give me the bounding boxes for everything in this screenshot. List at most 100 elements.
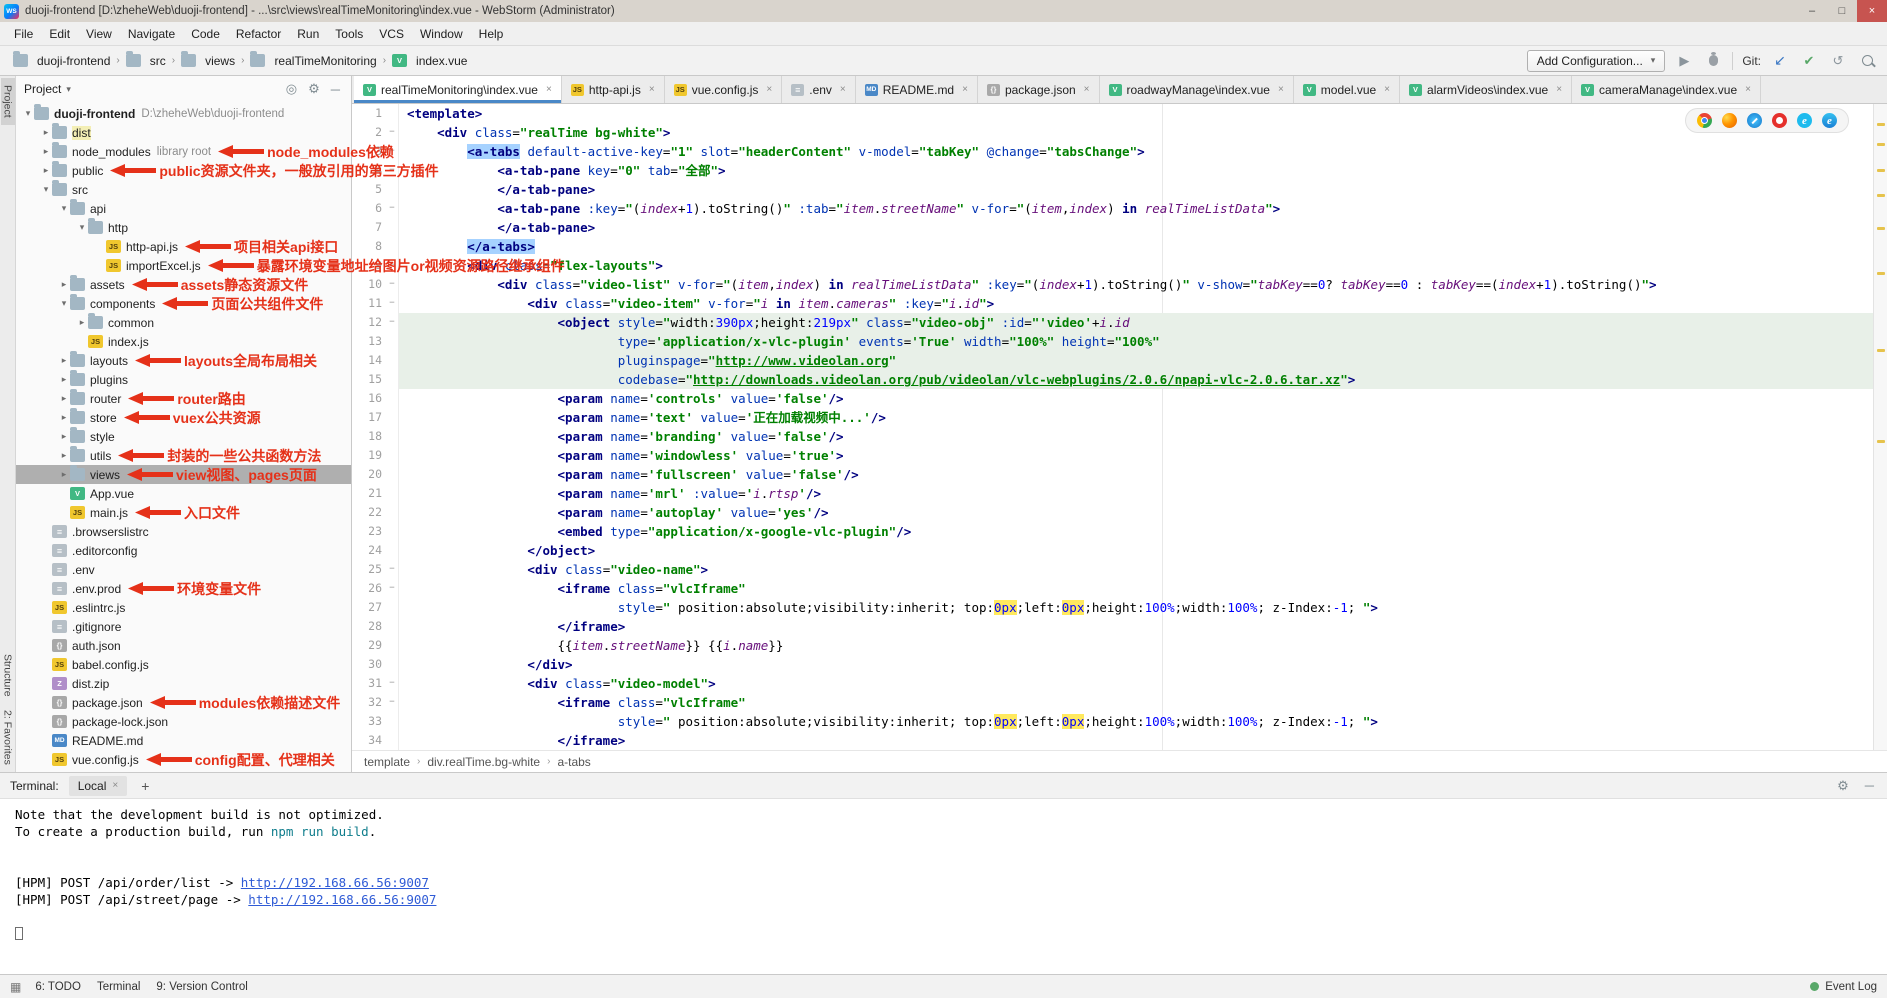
tab-cameramanage-index-vue[interactable]: VcameraManage\index.vue× bbox=[1572, 76, 1761, 103]
tab-realtimemonitoring-index-vue[interactable]: VrealTimeMonitoring\index.vue× bbox=[354, 76, 562, 103]
tab-env[interactable]: ≡.env× bbox=[782, 76, 856, 103]
line-number[interactable]: 32 bbox=[352, 693, 386, 712]
code-line-5[interactable]: 5 </a-tab-pane> bbox=[352, 180, 1873, 199]
line-number[interactable]: 1 bbox=[352, 104, 386, 123]
menu-window[interactable]: Window bbox=[412, 24, 471, 44]
fold-marker[interactable]: − bbox=[386, 579, 399, 598]
gear-icon[interactable]: ⚙ bbox=[305, 81, 323, 97]
statusbar-6-todo[interactable]: 6: TODO bbox=[35, 981, 81, 993]
warning-stripe-mark[interactable] bbox=[1877, 143, 1885, 146]
line-number[interactable]: 5 bbox=[352, 180, 386, 199]
gear-icon[interactable]: ⚙ bbox=[1834, 778, 1852, 794]
code-editor[interactable]: 1<template>2− <div class="realTime bg-wh… bbox=[352, 104, 1873, 750]
tree-item-utils[interactable]: ▸utils封装的一些公共函数方法 bbox=[16, 446, 351, 465]
safari-icon[interactable] bbox=[1747, 113, 1762, 128]
editor[interactable]: 1<template>2− <div class="realTime bg-wh… bbox=[352, 104, 1887, 750]
ie-icon[interactable] bbox=[1797, 113, 1812, 128]
code-line-24[interactable]: 24 </object> bbox=[352, 541, 1873, 560]
code-line-32[interactable]: 32− <iframe class="vlcIframe" bbox=[352, 693, 1873, 712]
terminal-link[interactable]: http://192.168.66.56:9007 bbox=[241, 875, 429, 890]
close-button[interactable]: × bbox=[1857, 0, 1887, 22]
chevron-right-icon[interactable]: ▸ bbox=[40, 146, 52, 157]
tree-item-dist[interactable]: ▸dist bbox=[16, 123, 351, 142]
fold-marker[interactable]: − bbox=[386, 294, 399, 313]
tree-item-gitignore[interactable]: ≡.gitignore bbox=[16, 617, 351, 636]
line-number[interactable]: 33 bbox=[352, 712, 386, 731]
chevron-down-icon[interactable]: ▾ bbox=[40, 184, 52, 195]
tree-item-plugins[interactable]: ▸plugins bbox=[16, 370, 351, 389]
toolwindow-project[interactable]: Project bbox=[1, 78, 15, 125]
tree-item-app-vue[interactable]: VApp.vue bbox=[16, 484, 351, 503]
line-number[interactable]: 15 bbox=[352, 370, 386, 389]
chevron-down-icon[interactable]: ▾ bbox=[58, 203, 70, 214]
line-number[interactable]: 19 bbox=[352, 446, 386, 465]
tree-item-eslintrc-js[interactable]: JS.eslintrc.js bbox=[16, 598, 351, 617]
chevron-right-icon[interactable]: ▸ bbox=[58, 469, 70, 480]
menu-refactor[interactable]: Refactor bbox=[228, 24, 289, 44]
edge-icon[interactable] bbox=[1822, 113, 1837, 128]
editor-breadcrumb-div-realtime-bg-white[interactable]: div.realTime.bg-white bbox=[427, 755, 540, 769]
tab-close-icon[interactable]: × bbox=[1556, 84, 1562, 95]
tab-close-icon[interactable]: × bbox=[1384, 84, 1390, 95]
tab-close-icon[interactable]: × bbox=[546, 84, 552, 95]
line-number[interactable]: 24 bbox=[352, 541, 386, 560]
tab-roadwaymanage-index-vue[interactable]: VroadwayManage\index.vue× bbox=[1100, 76, 1294, 103]
line-number[interactable]: 17 bbox=[352, 408, 386, 427]
editor-breadcrumb-a-tabs[interactable]: a-tabs bbox=[557, 755, 590, 769]
tree-item-env[interactable]: ≡.env bbox=[16, 560, 351, 579]
fold-marker[interactable]: − bbox=[386, 123, 399, 142]
tree-item-router[interactable]: ▸routerrouter路由 bbox=[16, 389, 351, 408]
warning-stripe-mark[interactable] bbox=[1877, 194, 1885, 197]
menu-help[interactable]: Help bbox=[471, 24, 512, 44]
menu-file[interactable]: File bbox=[6, 24, 41, 44]
menu-run[interactable]: Run bbox=[289, 24, 327, 44]
code-line-26[interactable]: 26− <iframe class="vlcIframe" bbox=[352, 579, 1873, 598]
code-line-33[interactable]: 33 style=" position:absolute;visibility:… bbox=[352, 712, 1873, 731]
event-log-label[interactable]: Event Log bbox=[1825, 981, 1877, 993]
tree-item-store[interactable]: ▸storevuex公共资源 bbox=[16, 408, 351, 427]
tab-package-json[interactable]: {}package.json× bbox=[978, 76, 1100, 103]
code-line-9[interactable]: 9− <div class="flex-layouts"> bbox=[352, 256, 1873, 275]
code-line-29[interactable]: 29 {{item.streetName}} {{i.name}} bbox=[352, 636, 1873, 655]
fold-marker[interactable]: − bbox=[386, 275, 399, 294]
chevron-right-icon[interactable]: ▸ bbox=[76, 317, 88, 328]
tree-item-browserslistrc[interactable]: ≡.browserslistrc bbox=[16, 522, 351, 541]
warning-stripe-mark[interactable] bbox=[1877, 123, 1885, 126]
tree-item-editorconfig[interactable]: ≡.editorconfig bbox=[16, 541, 351, 560]
chevron-right-icon[interactable]: ▸ bbox=[58, 355, 70, 366]
chevron-right-icon[interactable]: ▸ bbox=[58, 374, 70, 385]
tab-close-icon[interactable]: × bbox=[1278, 84, 1284, 95]
run-configuration-select[interactable]: Add Configuration... ▾ bbox=[1527, 50, 1666, 72]
line-number[interactable]: 23 bbox=[352, 522, 386, 541]
toolwindow-switcher-icon[interactable]: ▦ bbox=[10, 980, 21, 994]
breadcrumb-item-realtimemonitoring[interactable]: realTimeMonitoring bbox=[247, 52, 379, 70]
tree-item-package-json[interactable]: {}package.jsonmodules依赖描述文件 bbox=[16, 693, 351, 712]
close-icon[interactable]: × bbox=[112, 780, 118, 791]
hide-panel-icon[interactable]: ─ bbox=[328, 82, 343, 97]
editor-breadcrumb-template[interactable]: template bbox=[364, 755, 410, 769]
chrome-icon[interactable] bbox=[1697, 113, 1712, 128]
code-line-20[interactable]: 20 <param name='fullscreen' value='false… bbox=[352, 465, 1873, 484]
git-revert-button[interactable]: ↺ bbox=[1828, 51, 1848, 71]
run-button[interactable]: ▶ bbox=[1674, 51, 1694, 71]
code-line-19[interactable]: 19 <param name='windowless' value='true'… bbox=[352, 446, 1873, 465]
chevron-right-icon[interactable]: ▸ bbox=[40, 127, 52, 138]
line-number[interactable]: 18 bbox=[352, 427, 386, 446]
menu-navigate[interactable]: Navigate bbox=[120, 24, 183, 44]
line-number[interactable]: 31 bbox=[352, 674, 386, 693]
tree-item-public[interactable]: ▸publicpublic资源文件夹，一般放引用的第三方插件 bbox=[16, 161, 351, 180]
code-line-31[interactable]: 31− <div class="video-model"> bbox=[352, 674, 1873, 693]
warning-stripe-mark[interactable] bbox=[1877, 169, 1885, 172]
tree-item-views[interactable]: ▸viewsview视图、pages页面 bbox=[16, 465, 351, 484]
warning-stripe-mark[interactable] bbox=[1877, 227, 1885, 230]
warning-stripe-mark[interactable] bbox=[1877, 440, 1885, 443]
terminal-tab-local[interactable]: Local × bbox=[69, 776, 128, 796]
line-number[interactable]: 14 bbox=[352, 351, 386, 370]
line-number[interactable]: 13 bbox=[352, 332, 386, 351]
chevron-right-icon[interactable]: ▸ bbox=[58, 279, 70, 290]
code-line-27[interactable]: 27 style=" position:absolute;visibility:… bbox=[352, 598, 1873, 617]
menu-edit[interactable]: Edit bbox=[41, 24, 78, 44]
chevron-down-icon[interactable]: ▾ bbox=[58, 298, 70, 309]
tree-item-env-prod[interactable]: ≡.env.prod环境变量文件 bbox=[16, 579, 351, 598]
breadcrumb-item-src[interactable]: src bbox=[123, 52, 169, 70]
